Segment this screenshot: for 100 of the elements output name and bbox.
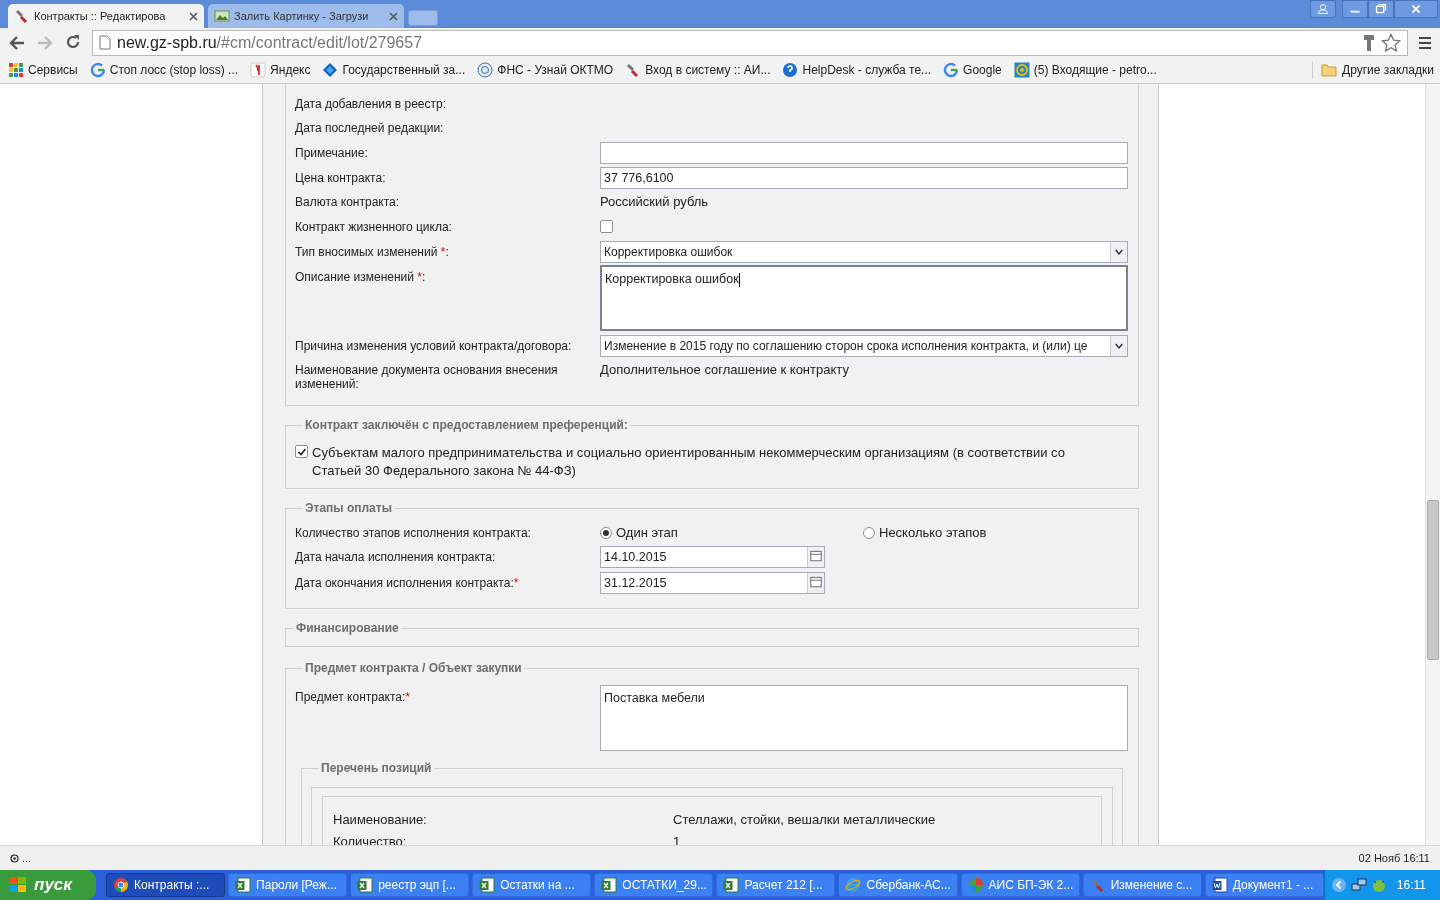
checkbox-label: Субъектам малого предпринимательства и социально ориентированным некоммерческим организациям (в соответствии со Статьей 30 Федерального закона № 44-ФЗ) <box>312 444 1066 480</box>
close-icon[interactable] <box>189 11 198 21</box>
field-label: Контракт жизненного цикла: <box>295 219 452 234</box>
spreadsheet-icon <box>357 877 374 893</box>
user-icon[interactable] <box>1310 0 1336 18</box>
taskbar-button[interactable]: Сбербанк-АС... <box>838 873 958 897</box>
taskbar-button[interactable]: реестр эцп [... <box>350 873 470 897</box>
section-title: Контракт заключён с предоставлением преференций: <box>304 417 629 434</box>
taskbar-button[interactable]: Остатки на ... <box>472 873 592 897</box>
taskbar-button[interactable]: Пароли [Реж... <box>228 873 348 897</box>
scrollbar[interactable] <box>1425 84 1440 845</box>
diamond-icon <box>322 62 339 78</box>
date-field[interactable]: 31.12.2015 <box>600 572 825 594</box>
required-asterisk: * <box>417 270 422 284</box>
document-icon <box>1211 877 1228 893</box>
network-icon[interactable] <box>1350 877 1367 893</box>
apps-grid-icon <box>8 62 24 78</box>
windows-logo-icon <box>8 876 28 894</box>
globe-e-icon <box>845 877 862 893</box>
star-icon[interactable] <box>1381 32 1401 53</box>
date-field[interactable]: 14.10.2015 <box>600 546 825 568</box>
field-label: : <box>445 244 449 259</box>
chevron-down-icon <box>1110 335 1127 356</box>
tab-title: Залить Картинку - Загрузи <box>234 8 370 24</box>
bookmark-link[interactable]: Стоп лосс (stop loss) ... <box>89 61 239 79</box>
bookmark-folder[interactable]: Другие закладки <box>1312 61 1434 79</box>
round-seal-icon <box>477 62 494 78</box>
spreadsheet-icon <box>601 877 618 893</box>
menu-icon[interactable] <box>1418 35 1432 50</box>
field-label: Дата добавления в реестр: <box>295 97 447 111</box>
text-field[interactable]: 37 776,6100 <box>600 166 1128 189</box>
radio-label: Один этап <box>616 523 678 542</box>
field-label: Дата последней редакции: <box>295 121 444 135</box>
field-label: Количество этапов исполнения контракта: <box>295 525 531 540</box>
field-label: Примечание: <box>295 145 368 160</box>
taskbar-button[interactable]: Контракты :... <box>106 873 226 897</box>
field-label: Цена контракта: <box>295 170 386 185</box>
field-label: Дата начала исполнения контракта: <box>295 550 496 564</box>
required-asterisk: * <box>513 576 519 590</box>
text-area[interactable]: Поставка мебели <box>600 685 1128 751</box>
taskbar-button[interactable]: Расчет 212 [... <box>716 873 836 897</box>
required-asterisk: * <box>405 690 411 704</box>
taskbar-button[interactable]: Изменение с... <box>1082 873 1202 897</box>
bookmark-link[interactable]: Яндекс <box>250 61 311 79</box>
folder-icon <box>1321 63 1338 77</box>
clock: 16:11 <box>1395 877 1427 894</box>
field-label: Предмет контракта: <box>295 690 406 704</box>
field-label: Тип вносимых изменений <box>295 244 439 259</box>
radio-button[interactable] <box>863 526 875 539</box>
status-text: ... <box>22 850 32 866</box>
field-label: Наименование: <box>333 811 428 830</box>
spreadsheet-icon <box>723 877 740 893</box>
field-value: Дополнительное соглашение к контракту <box>600 363 849 377</box>
start-button[interactable]: пуск <box>0 870 96 900</box>
dropdown[interactable]: Корректировка ошибок <box>600 240 1128 263</box>
bookmark-link[interactable]: Сервисы <box>8 61 78 79</box>
bookmark-link[interactable]: Вход в систему :: АИ... <box>625 61 771 79</box>
radio-label: Несколько этапов <box>879 523 987 542</box>
close-icon[interactable] <box>389 11 398 21</box>
yandex-icon <box>250 62 267 78</box>
address-bar[interactable]: new.gz-spb.ru/#cm/contract/edit/lot/279657 <box>92 29 1408 56</box>
mail-icon <box>1013 62 1030 78</box>
browser-tab[interactable]: Залить Картинку - Загрузи <box>208 4 404 28</box>
text-field[interactable] <box>600 141 1128 164</box>
restore-icon[interactable] <box>1368 0 1394 18</box>
radio-button[interactable] <box>600 526 612 539</box>
spreadsheet-icon <box>479 877 496 893</box>
dropdown[interactable]: Изменение в 2015 году по соглашению сторон срока исполнения контракта, и (или) це <box>600 334 1128 357</box>
bookmark-link[interactable]: ФНС - Узнай ОКТМО <box>477 61 614 79</box>
field-label: Причина изменения условий контракта/договора: <box>295 338 572 353</box>
section-title: Финансирование <box>295 620 400 637</box>
hammer-icon <box>1089 877 1106 893</box>
image-icon <box>214 8 230 24</box>
close-icon[interactable] <box>1394 0 1438 18</box>
field-value: Стеллажи, стойки, вешалки металлические <box>673 811 936 830</box>
taskbar-button[interactable]: Документ1 - ... <box>1204 873 1324 897</box>
minimize-icon[interactable] <box>1342 0 1368 18</box>
field-label: Описание изменений <box>295 270 415 284</box>
checkbox[interactable] <box>600 220 613 233</box>
hammer-icon <box>14 8 30 24</box>
text-area[interactable]: Корректировка ошибок <box>600 265 1128 331</box>
chevron-down-icon <box>1110 241 1127 262</box>
calendar-icon[interactable] <box>807 547 824 567</box>
taskbar-button[interactable]: ОСТАТКИ_29... <box>594 873 714 897</box>
browser-icon <box>113 877 129 893</box>
back-arrow-icon[interactable] <box>8 33 26 52</box>
field-label: Наименование документа основания внесения изменений: <box>295 363 558 391</box>
spreadsheet-icon <box>235 877 252 893</box>
chevron-left-icon[interactable] <box>1330 877 1347 893</box>
bookmark-link[interactable]: Государственный за... <box>322 61 466 79</box>
bookmark-link[interactable]: (5) Входящие - petro... <box>1013 61 1157 79</box>
checkbox[interactable] <box>295 445 308 458</box>
field-value: Российский рубль <box>600 195 709 209</box>
browser-tab[interactable]: Контракты :: Редактирова <box>8 4 204 28</box>
calendar-icon[interactable] <box>807 573 824 593</box>
bookmark-link[interactable]: Google <box>943 61 1002 79</box>
taskbar-button[interactable]: АИС БП-ЭК 2... <box>960 873 1080 897</box>
bookmark-link[interactable]: HelpDesk - служба те... <box>782 61 932 79</box>
ball-icon <box>967 877 984 893</box>
loading-icon <box>10 853 19 863</box>
